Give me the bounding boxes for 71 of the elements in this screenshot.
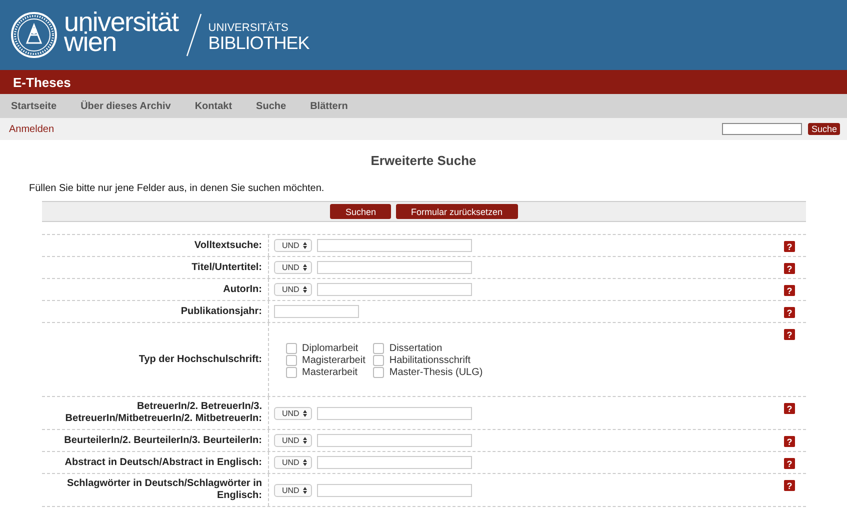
- checkbox-label: Magisterarbeit: [302, 354, 366, 366]
- field-label: Abstract in Deutsch/Abstract in Englisch:: [64, 456, 262, 468]
- slash-icon: [186, 13, 202, 57]
- instructions-text: Füllen Sie bitte nur jene Felder aus, in denen Sie suchen möchten.: [29, 183, 326, 195]
- nav-link[interactable]: Kontakt: [194, 100, 232, 112]
- help-icon[interactable]: ?: [784, 307, 795, 318]
- logo-text: BIBLIOTHEK: [208, 34, 310, 52]
- field-label: Schlagwörter in Deutsch/Schlagwörter in Englisch:: [66, 478, 262, 502]
- help-icon[interactable]: ?: [784, 263, 795, 274]
- search-field[interactable]: [317, 434, 472, 447]
- field-label: Publikationsjahr:: [180, 306, 262, 318]
- up-down-arrows-icon: [303, 486, 307, 494]
- search-field[interactable]: [317, 239, 472, 252]
- operator-select[interactable]: UND: [274, 239, 312, 252]
- nav-link[interactable]: Blättern: [310, 100, 348, 112]
- checkbox-label: Habilitationsschrift: [389, 354, 471, 366]
- operator-select[interactable]: UND: [274, 283, 312, 296]
- field-label: AutorIn:: [223, 284, 262, 296]
- checkbox-label: Masterarbeit: [302, 366, 358, 378]
- checkbox[interactable]: [286, 342, 297, 354]
- search-field[interactable]: [317, 456, 472, 469]
- search-field[interactable]: [317, 283, 472, 296]
- up-down-arrows-icon: [303, 264, 307, 271]
- nav-link[interactable]: Startseite: [11, 100, 57, 112]
- operator-select[interactable]: UND: [274, 406, 312, 420]
- form-button[interactable]: Formular zurücksetzen: [396, 204, 518, 219]
- nav-link[interactable]: Über dieses Archiv: [80, 100, 171, 112]
- page-title: Erweiterte Suche: [370, 153, 478, 169]
- search-button[interactable]: Suche: [808, 123, 840, 135]
- search-field[interactable]: [317, 406, 472, 420]
- up-down-arrows-icon: [303, 459, 307, 466]
- checkbox-label: Diplomarbeit: [302, 342, 358, 354]
- checkbox[interactable]: [373, 366, 384, 378]
- search-field[interactable]: [317, 484, 472, 496]
- logo-text: universität: [64, 12, 178, 32]
- login-link[interactable]: Anmelden: [9, 124, 54, 134]
- field-label: BeurteilerIn/2. BeurteilerIn/3. BeurteilerIn:: [64, 434, 262, 446]
- help-icon[interactable]: ?: [784, 458, 795, 469]
- operator-select[interactable]: UND: [274, 484, 312, 496]
- help-icon[interactable]: ?: [784, 480, 795, 491]
- checkbox-label: Dissertation: [389, 342, 442, 354]
- operator-select[interactable]: UND: [274, 434, 312, 447]
- up-down-arrows-icon: [303, 242, 307, 249]
- help-icon[interactable]: ?: [784, 329, 795, 340]
- year-field[interactable]: [274, 305, 359, 318]
- up-down-arrows-icon: [303, 437, 307, 444]
- operator-select[interactable]: UND: [274, 261, 312, 274]
- site-title: E-Theses: [13, 74, 71, 90]
- checkbox-label: Master-Thesis (ULG): [389, 366, 483, 378]
- help-icon[interactable]: ?: [784, 285, 795, 296]
- quick-search-field[interactable]: [722, 123, 802, 135]
- search-field[interactable]: [317, 261, 472, 274]
- checkbox[interactable]: [286, 366, 297, 378]
- help-icon[interactable]: ?: [784, 403, 795, 414]
- up-down-arrows-icon: [303, 410, 307, 416]
- logo-text: wien: [64, 32, 116, 52]
- field-label: Volltextsuche:: [194, 240, 262, 252]
- field-label: BetreuerIn/2. BetreuerIn/3. BetreuerIn/MitbetreuerIn/2. MitbetreuerIn:: [64, 401, 262, 425]
- up-down-arrows-icon: [303, 286, 307, 293]
- help-icon[interactable]: ?: [784, 436, 795, 447]
- operator-select[interactable]: UND: [274, 456, 312, 469]
- checkbox[interactable]: [373, 342, 384, 354]
- logo-text: UNIVERSITÄTS: [208, 22, 290, 34]
- checkbox[interactable]: [373, 354, 384, 366]
- field-label: Titel/Untertitel:: [192, 262, 262, 274]
- checkbox[interactable]: [286, 354, 297, 366]
- help-icon[interactable]: ?: [784, 241, 795, 252]
- university-seal-icon: [10, 11, 58, 59]
- form-button[interactable]: Suchen: [330, 204, 391, 219]
- nav-link[interactable]: Suche: [256, 100, 286, 112]
- field-label: Typ der Hochschulschrift:: [138, 354, 262, 366]
